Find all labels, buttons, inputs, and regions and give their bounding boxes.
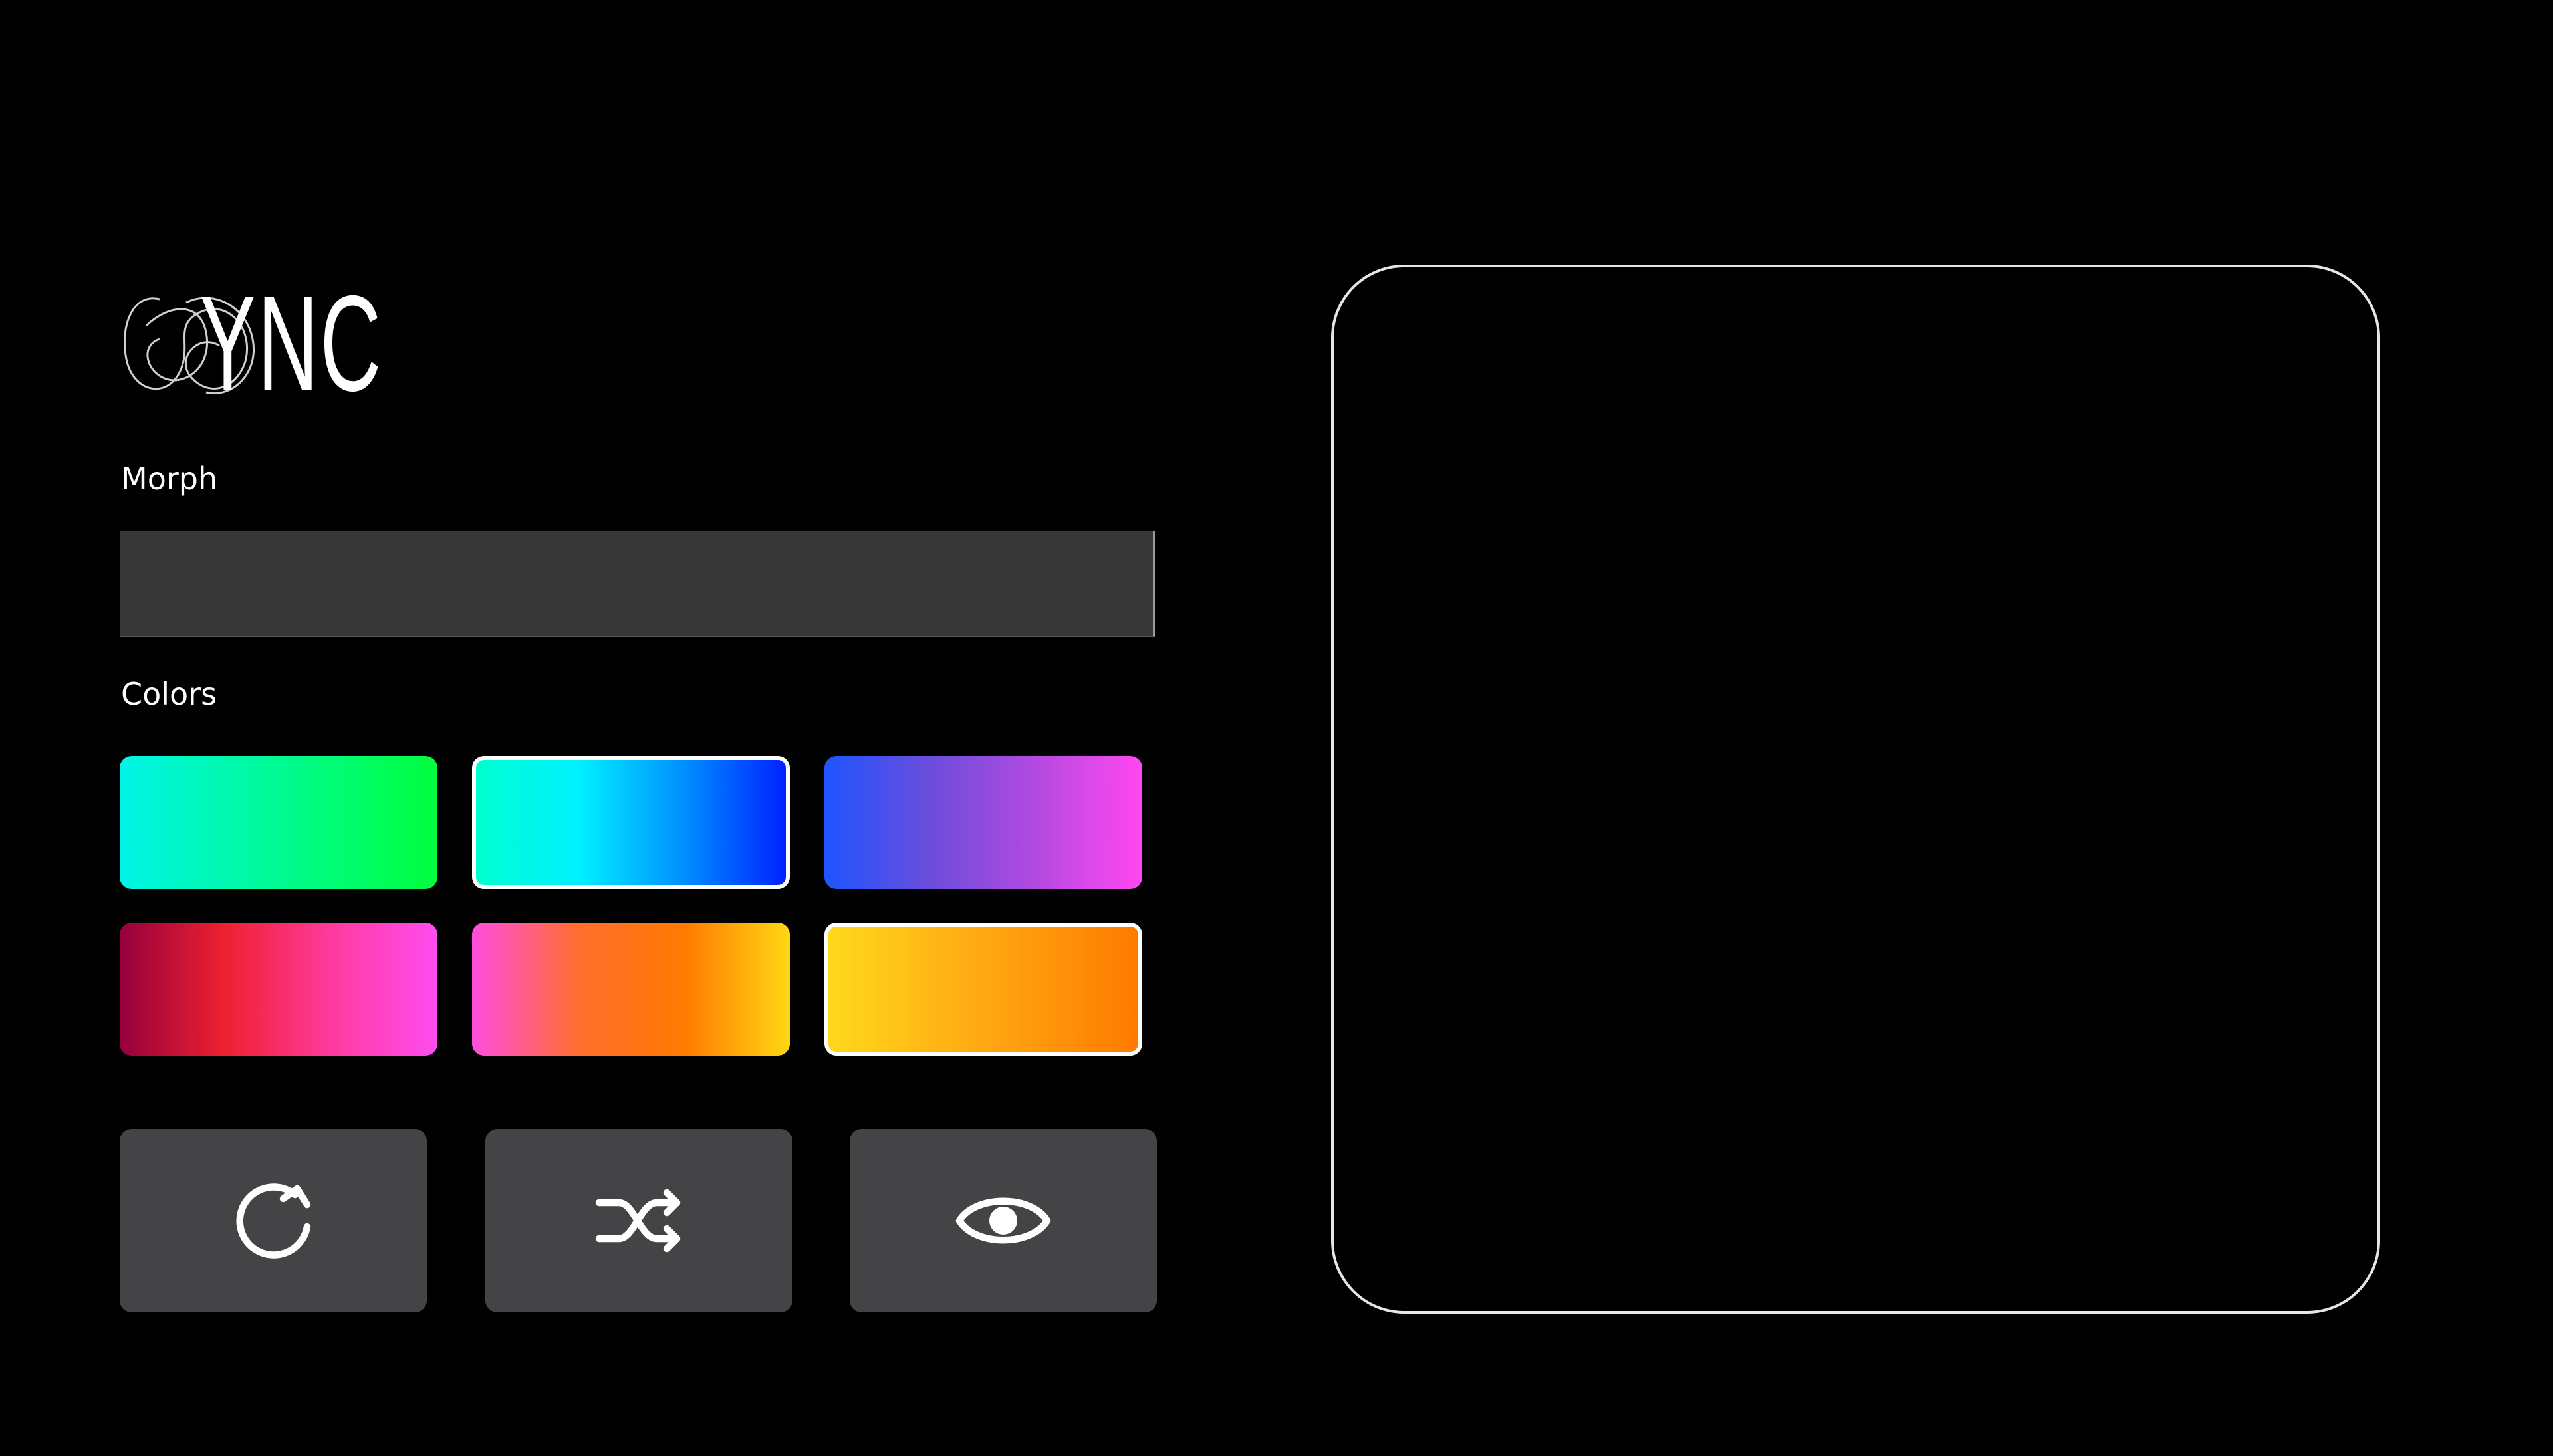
- color-swatch-pink-orange-yellow[interactable]: [472, 923, 790, 1056]
- color-swatch-yellow-orange[interactable]: [824, 923, 1142, 1056]
- color-swatch-cyan-blue[interactable]: [472, 756, 790, 889]
- eye-icon: [955, 1197, 1051, 1244]
- morph-label: Morph: [121, 461, 218, 497]
- logo-text: YNC: [199, 267, 383, 420]
- reset-button[interactable]: [120, 1129, 427, 1312]
- color-swatch-crimson-red-pink[interactable]: [120, 923, 437, 1056]
- shuffle-icon: [595, 1189, 681, 1253]
- color-swatch-blue-purple-pink[interactable]: [824, 756, 1142, 889]
- preview-button[interactable]: [850, 1129, 1157, 1312]
- preview-canvas[interactable]: [1331, 265, 2380, 1314]
- color-swatch-cyan-green[interactable]: [120, 756, 437, 889]
- shuffle-button[interactable]: [485, 1129, 792, 1312]
- morph-slider[interactable]: [120, 531, 1155, 637]
- app-logo: YNC: [120, 267, 412, 420]
- rotate-cw-icon: [236, 1183, 311, 1259]
- colors-label: Colors: [121, 676, 217, 712]
